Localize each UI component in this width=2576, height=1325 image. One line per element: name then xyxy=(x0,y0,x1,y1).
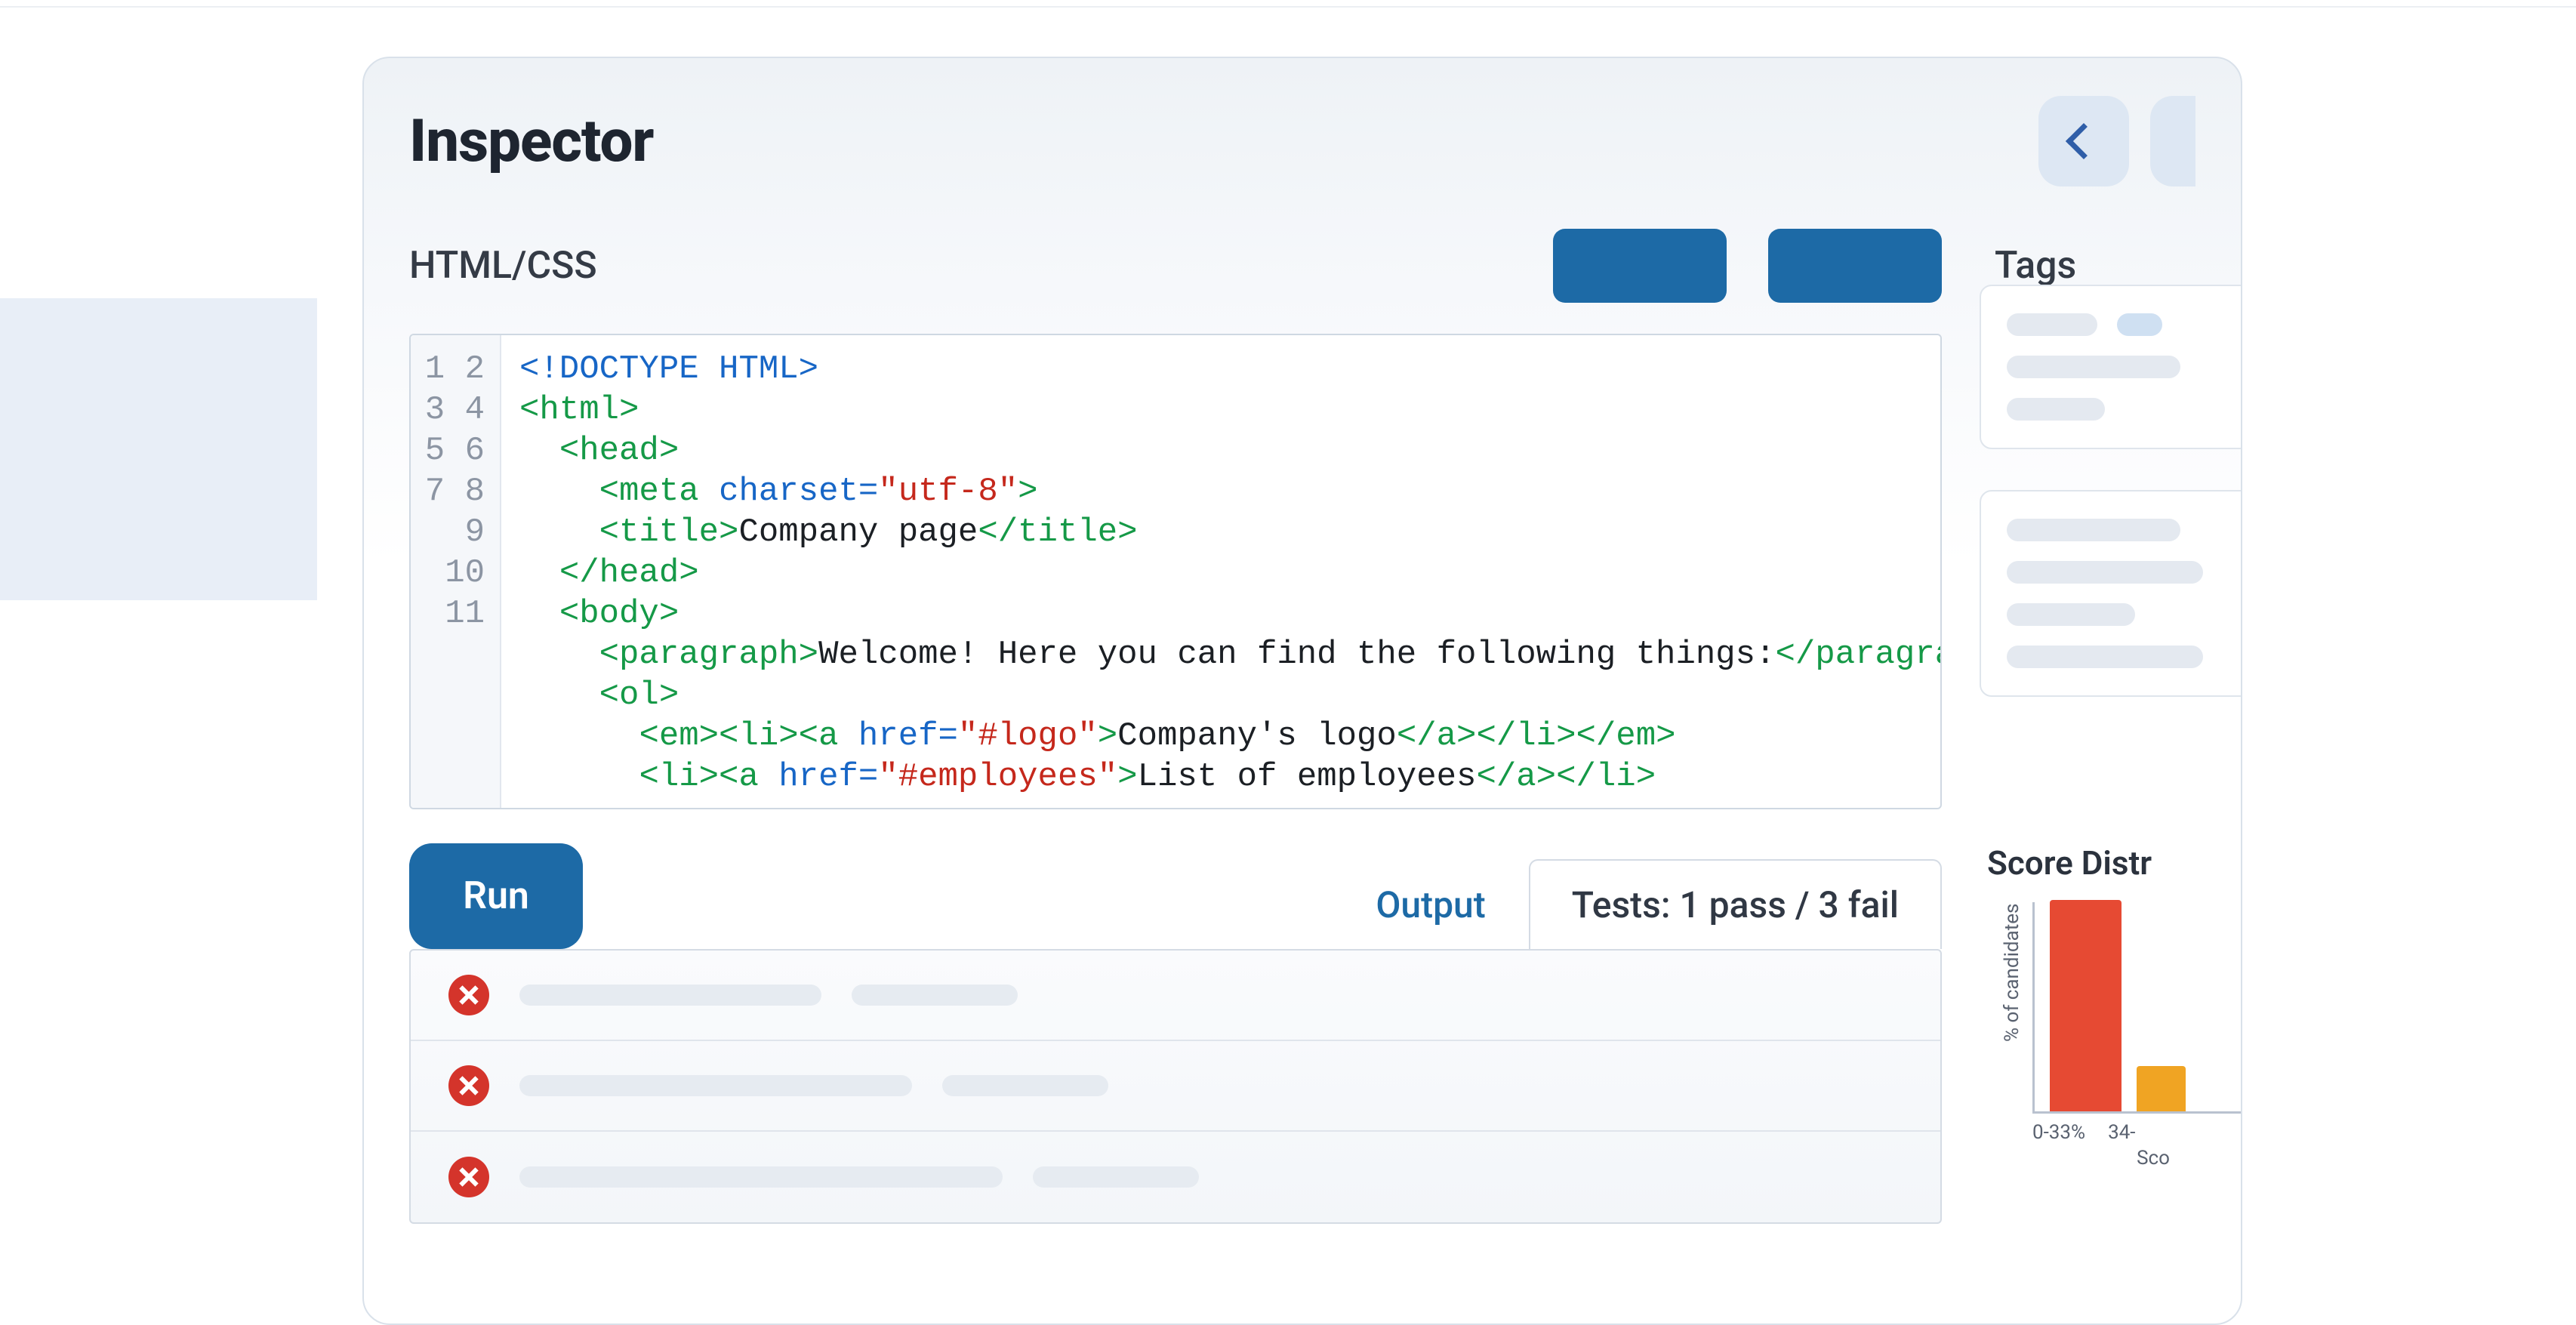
tags-card xyxy=(1980,285,2242,449)
result-placeholder xyxy=(852,985,1018,1006)
result-placeholder xyxy=(519,985,821,1006)
fail-icon xyxy=(448,975,489,1015)
action-button-1[interactable] xyxy=(1553,229,1727,303)
result-tabs: Output Tests: 1 pass / 3 fail xyxy=(1333,843,1942,949)
result-placeholder xyxy=(1033,1166,1199,1188)
score-distribution-card: Score Distr % of candidates 0-33% 34- Sc… xyxy=(1980,843,2242,1151)
chart-bar-0-33 xyxy=(2050,900,2122,1111)
chart-title: Score Distr xyxy=(1980,843,2242,883)
test-result-row[interactable] xyxy=(411,951,1940,1041)
test-result-row[interactable] xyxy=(411,1132,1940,1222)
background-tile xyxy=(0,298,317,600)
chart-xlabel: Sco xyxy=(2032,1147,2242,1169)
language-label: HTML/CSS xyxy=(409,244,597,288)
line-gutter: 1 2 3 4 5 6 7 8 9 10 11 xyxy=(411,335,501,808)
tab-tests[interactable]: Tests: 1 pass / 3 fail xyxy=(1529,859,1942,949)
fail-icon xyxy=(448,1157,489,1197)
chart-tick-0: 0-33% xyxy=(2032,1121,2085,1144)
code-content[interactable]: <!DOCTYPE HTML> <html> <head> <meta char… xyxy=(501,335,1940,808)
inspector-panel: Inspector HTML/CSS Tags 1 2 3 4 5 6 7 8 … xyxy=(362,57,2242,1325)
panel-title: Inspector xyxy=(409,107,653,176)
score-chart: % of candidates 0-33% 34- Sco xyxy=(1980,902,2242,1151)
chart-bar-34 xyxy=(2137,1066,2186,1111)
next-button[interactable] xyxy=(2150,96,2195,186)
chevron-left-icon xyxy=(2066,123,2102,159)
action-button-2[interactable] xyxy=(1768,229,1942,303)
prev-button[interactable] xyxy=(2038,96,2129,186)
tags-label: Tags xyxy=(1995,244,2076,288)
test-results xyxy=(409,949,1942,1224)
result-placeholder xyxy=(519,1075,912,1096)
tab-output[interactable]: Output xyxy=(1333,859,1528,949)
result-placeholder xyxy=(942,1075,1108,1096)
chart-tick-1: 34- xyxy=(2108,1121,2135,1144)
test-result-row[interactable] xyxy=(411,1041,1940,1132)
fail-icon xyxy=(448,1065,489,1106)
code-editor[interactable]: 1 2 3 4 5 6 7 8 9 10 11 <!DOCTYPE HTML> … xyxy=(409,334,1942,809)
result-placeholder xyxy=(519,1166,1003,1188)
run-button[interactable]: Run xyxy=(409,843,583,949)
info-card xyxy=(1980,490,2242,697)
chart-ylabel: % of candidates xyxy=(2001,904,2023,1042)
